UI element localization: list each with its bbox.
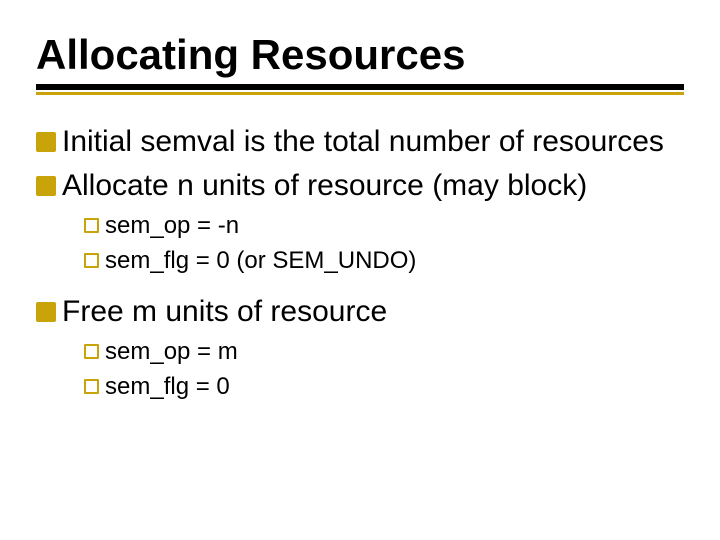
- slide-title: Allocating Resources: [36, 32, 684, 78]
- hollow-square-bullet-icon: [84, 218, 99, 233]
- hollow-square-bullet-icon: [84, 253, 99, 268]
- bullet-level2: sem_flg = 0 (or SEM_UNDO): [84, 245, 684, 277]
- bullet-text: Allocate n units of resource (may block): [62, 167, 684, 205]
- rule-gold: [36, 92, 684, 95]
- bullet-level2: sem_flg = 0: [84, 371, 684, 403]
- square-bullet-icon: [36, 132, 56, 152]
- bullet-text: sem_op = -n: [105, 210, 684, 242]
- bullet-level2: sem_op = m: [84, 336, 684, 368]
- bullet-text: sem_flg = 0 (or SEM_UNDO): [105, 245, 684, 277]
- bullet-text: sem_op = m: [105, 336, 684, 368]
- title-rule: [36, 84, 684, 95]
- sublist: sem_op = m sem_flg = 0: [84, 336, 684, 403]
- bullet-level1: Initial semval is the total number of re…: [36, 123, 684, 161]
- hollow-square-bullet-icon: [84, 344, 99, 359]
- rule-black: [36, 84, 684, 90]
- square-bullet-icon: [36, 176, 56, 196]
- bullet-level1: Allocate n units of resource (may block): [36, 167, 684, 205]
- content-area: Initial semval is the total number of re…: [36, 123, 684, 403]
- hollow-square-bullet-icon: [84, 379, 99, 394]
- square-bullet-icon: [36, 302, 56, 322]
- slide: Allocating Resources Initial semval is t…: [0, 0, 720, 540]
- bullet-text: Free m units of resource: [62, 293, 684, 331]
- bullet-level1: Free m units of resource: [36, 293, 684, 331]
- bullet-text: sem_flg = 0: [105, 371, 684, 403]
- bullet-level2: sem_op = -n: [84, 210, 684, 242]
- sublist: sem_op = -n sem_flg = 0 (or SEM_UNDO): [84, 210, 684, 277]
- bullet-text: Initial semval is the total number of re…: [62, 123, 684, 161]
